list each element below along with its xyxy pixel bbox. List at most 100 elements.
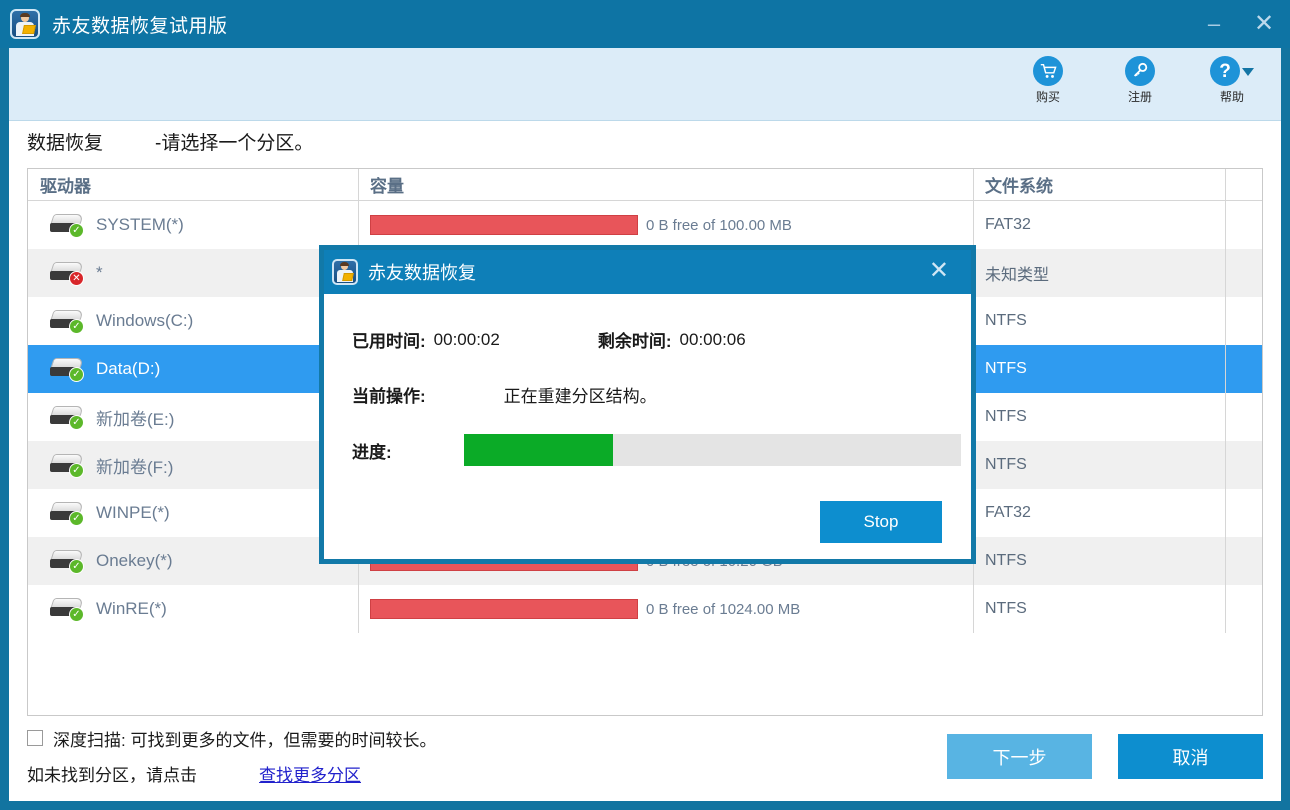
driver-label: WINPE(*): [96, 503, 170, 522]
column-divider: [358, 201, 359, 249]
column-divider: [1225, 537, 1226, 585]
disk-icon: ✓: [50, 214, 84, 238]
driver-label: Onekey(*): [96, 551, 173, 570]
driver-label: Windows(C:): [96, 311, 194, 330]
cell-driver: ✓ Onekey(*): [28, 550, 358, 574]
driver-label: SYSTEM(*): [96, 215, 184, 234]
find-more-partitions-link[interactable]: 查找更多分区: [259, 761, 361, 786]
table-row[interactable]: ✓ WinRE(*) 0 B free of 1024.00 MB NTFS: [28, 585, 1262, 633]
progress-bar-fill: [464, 434, 614, 466]
cell-filesystem: NTFS: [985, 408, 1027, 425]
page-title-main: 数据恢复: [27, 133, 104, 154]
time-info-row: 已用时间: 00:00:02 剩余时间: 00:00:06: [352, 327, 746, 352]
check-badge-icon: ✓: [69, 511, 84, 526]
column-divider: [1225, 169, 1226, 200]
title-bar: 赤友数据恢复试用版 – ✕: [0, 0, 1290, 48]
check-badge-icon: ✓: [69, 223, 84, 238]
cell-filesystem: 未知类型: [985, 267, 1050, 284]
driver-label: *: [96, 263, 103, 282]
column-divider: [973, 585, 974, 633]
next-button[interactable]: 下一步: [947, 734, 1092, 779]
page-title: 数据恢复 -请选择一个分区。: [27, 128, 313, 155]
cell-driver: ✓ WINPE(*): [28, 502, 358, 526]
cart-icon: [1033, 56, 1063, 86]
key-icon: [1125, 56, 1155, 86]
progress-row: 进度:: [352, 434, 961, 466]
deep-scan-checkbox[interactable]: [27, 730, 43, 746]
cell-filesystem: NTFS: [985, 552, 1027, 569]
remaining-time-value: 00:00:06: [679, 329, 746, 349]
dialog-title: 赤友数据恢复: [368, 263, 476, 283]
close-icon[interactable]: ✕: [1252, 12, 1276, 36]
toolbar-buy-button[interactable]: 购买: [1017, 56, 1079, 105]
cell-filesystem: FAT32: [985, 216, 1031, 233]
toolbar-register-button[interactable]: 注册: [1109, 56, 1171, 105]
action-buttons: 下一步 取消: [947, 734, 1263, 779]
check-badge-icon: ✓: [69, 559, 84, 574]
operation-value: 正在重建分区结构。: [503, 387, 657, 406]
toolbar: 购买 注册 ? 帮助: [9, 48, 1281, 121]
elapsed-time-label: 已用时间:: [352, 332, 426, 351]
cell-driver: ✕ *: [28, 262, 358, 286]
check-badge-icon: ✓: [69, 415, 84, 430]
check-badge-icon: ✓: [69, 607, 84, 622]
progress-dialog: 赤友数据恢复 ✕ 已用时间: 00:00:02 剩余时间: 00:00:06 当…: [319, 245, 976, 564]
column-divider: [1225, 201, 1226, 249]
column-header-filesystem: 文件系统: [985, 177, 1053, 196]
driver-label: Data(D:): [96, 359, 161, 378]
cancel-button[interactable]: 取消: [1118, 734, 1263, 779]
disk-icon: ✕: [50, 262, 84, 286]
capacity-text: 0 B free of 1024.00 MB: [646, 600, 801, 618]
error-badge-icon: ✕: [69, 271, 84, 286]
window-title: 赤友数据恢复试用版: [52, 15, 228, 37]
capacity-bar: [370, 215, 638, 235]
operation-label: 当前操作:: [352, 387, 426, 406]
column-divider: [1225, 489, 1226, 537]
check-badge-icon: ✓: [69, 319, 84, 334]
column-divider: [973, 201, 974, 249]
disk-icon: ✓: [50, 358, 84, 382]
dialog-close-icon[interactable]: ✕: [929, 259, 949, 283]
page-title-sub: -请选择一个分区。: [155, 133, 314, 154]
progress-label: 进度:: [352, 442, 392, 462]
chevron-down-icon[interactable]: [1242, 68, 1254, 76]
column-divider: [1225, 585, 1226, 633]
dialog-title-bar: 赤友数据恢复 ✕: [324, 250, 971, 294]
toolbar-buy-label: 购买: [1035, 90, 1060, 104]
deep-scan-label: 深度扫描: 可找到更多的文件，但需要的时间较长。: [53, 730, 437, 750]
find-more-hint: 如未找到分区，请点击: [27, 765, 197, 785]
column-divider: [358, 585, 359, 633]
cell-driver: ✓ SYSTEM(*): [28, 214, 358, 238]
toolbar-help-button[interactable]: ? 帮助: [1201, 56, 1263, 105]
column-header-driver: 驱动器: [40, 177, 91, 196]
check-badge-icon: ✓: [69, 367, 84, 382]
capacity-text: 0 B free of 100.00 MB: [646, 216, 792, 234]
column-divider: [1225, 393, 1226, 441]
disk-icon: ✓: [50, 406, 84, 430]
cell-driver: ✓ WinRE(*): [28, 598, 358, 622]
table-row[interactable]: ✓ SYSTEM(*) 0 B free of 100.00 MB FAT32: [28, 201, 1262, 249]
app-logo-icon: [10, 9, 40, 39]
dialog-app-logo-icon: [332, 259, 358, 285]
cell-driver: ✓ 新加卷(E:): [28, 405, 358, 430]
table-header: 驱动器 容量 文件系统: [28, 169, 1262, 201]
driver-label: 新加卷(E:): [96, 409, 175, 429]
cell-capacity: 0 B free of 1024.00 MB: [358, 599, 973, 619]
cell-filesystem: NTFS: [985, 360, 1027, 377]
app-window: 赤友数据恢复试用版 – ✕ 购买 注册 ? 帮助 数据恢复 -请选择一个分区。 …: [0, 0, 1290, 810]
operation-row: 当前操作: 正在重建分区结构。: [352, 382, 657, 407]
column-divider: [973, 169, 974, 200]
toolbar-help-label: 帮助: [1219, 90, 1244, 104]
column-header-capacity: 容量: [370, 177, 404, 196]
dialog-body: 已用时间: 00:00:02 剩余时间: 00:00:06 当前操作: 正在重建…: [324, 294, 971, 564]
cell-filesystem: NTFS: [985, 456, 1027, 473]
minimize-icon[interactable]: –: [1202, 13, 1226, 35]
column-divider: [1225, 297, 1226, 345]
stop-button[interactable]: Stop: [820, 501, 942, 543]
column-divider: [1225, 249, 1226, 297]
column-divider: [358, 169, 359, 200]
column-divider: [1225, 345, 1226, 393]
cell-driver: ✓ 新加卷(F:): [28, 453, 358, 478]
driver-label: 新加卷(F:): [96, 457, 174, 477]
bottom-bar: 深度扫描: 可找到更多的文件，但需要的时间较长。 如未找到分区，请点击 查找更多…: [27, 724, 1263, 790]
